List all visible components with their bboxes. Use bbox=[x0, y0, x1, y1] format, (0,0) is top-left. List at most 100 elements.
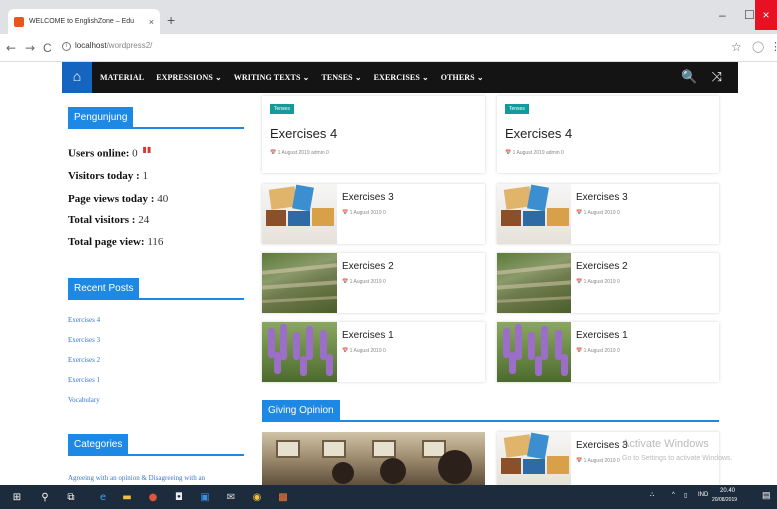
bookmark-star-icon[interactable]: ☆ bbox=[731, 40, 742, 55]
featured-post-card[interactable]: Tenses Exercises 4 📅 1 August 2019 admin… bbox=[497, 96, 719, 173]
menu-item-tenses[interactable]: TENSES ⌄ bbox=[321, 73, 361, 82]
post-meta-text: 1 August 2019 0 bbox=[583, 458, 620, 464]
search-icon[interactable]: ⚲ bbox=[38, 490, 52, 504]
maximize-button[interactable]: ☐ bbox=[744, 8, 755, 22]
post-meta-text: 1 August 2019 0 bbox=[349, 210, 386, 216]
recent-post-link[interactable]: Exercises 1 bbox=[68, 376, 100, 384]
tray-arrow-icon[interactable]: ^ bbox=[672, 492, 675, 498]
reload-button[interactable]: C bbox=[43, 41, 52, 55]
back-button[interactable]: ← bbox=[6, 41, 16, 55]
post-meta-text: 1 August 2019 0 bbox=[583, 210, 620, 216]
recent-post-link[interactable]: Exercises 3 bbox=[68, 336, 100, 344]
category-link[interactable]: Agreeing with an opinion & Disagreeing w… bbox=[68, 474, 205, 482]
browser-menu-icon[interactable]: ⋮ bbox=[770, 40, 777, 53]
main-menu: MATERIAL EXPRESSIONS ⌄ WRITING TEXTS ⌄ T… bbox=[100, 62, 496, 93]
post-card[interactable]: Exercises 2 📅 1 August 2019 0 bbox=[262, 253, 485, 313]
menu-item-material[interactable]: MATERIAL bbox=[100, 73, 144, 82]
post-thumbnail[interactable] bbox=[262, 184, 337, 244]
menu-item-writing-texts[interactable]: WRITING TEXTS ⌄ bbox=[234, 73, 310, 82]
tray-network-icon[interactable]: ▯ bbox=[684, 492, 687, 499]
post-card[interactable]: Exercises 1 📅 1 August 2019 0 bbox=[262, 322, 485, 382]
edge-icon[interactable]: e bbox=[96, 490, 110, 504]
recent-post-link[interactable]: Vocabulary bbox=[68, 396, 100, 404]
post-title[interactable]: Exercises 2 bbox=[576, 261, 628, 272]
post-card[interactable]: Exercises 1 📅 1 August 2019 0 bbox=[497, 322, 719, 382]
store-icon[interactable]: ◘ bbox=[172, 490, 186, 504]
post-card[interactable]: Exercises 2 📅 1 August 2019 0 bbox=[497, 253, 719, 313]
word-icon[interactable]: ▣ bbox=[198, 490, 212, 504]
post-meta-text: 1 August 2019 admin 0 bbox=[277, 150, 329, 156]
post-meta: 📅 1 August 2019 admin 0 bbox=[270, 150, 329, 156]
task-view-icon[interactable]: ⧉ bbox=[64, 490, 78, 504]
recent-post-link[interactable]: Exercises 4 bbox=[68, 316, 100, 324]
tray-time[interactable]: 20.40 bbox=[720, 488, 735, 494]
post-thumbnail[interactable] bbox=[497, 432, 571, 485]
url-input[interactable]: localhost/wordpress2/ bbox=[75, 41, 152, 50]
tray-date[interactable]: 20/08/2019 bbox=[712, 497, 737, 503]
minimize-button[interactable]: – bbox=[719, 8, 726, 22]
post-card[interactable]: Exercises 3 📅 1 August 2019 0 bbox=[497, 184, 719, 244]
post-title[interactable]: Exercises 4 bbox=[505, 126, 572, 141]
mail-icon[interactable]: ✉ bbox=[224, 490, 238, 504]
post-title[interactable]: Exercises 1 bbox=[342, 330, 394, 341]
stat-label: Page views today : bbox=[68, 193, 155, 205]
category-badge[interactable]: Tenses bbox=[505, 104, 529, 114]
tab-close-icon[interactable]: × bbox=[149, 17, 154, 27]
post-title[interactable]: Exercises 2 bbox=[342, 261, 394, 272]
tray-language[interactable]: IND bbox=[698, 492, 708, 498]
post-title[interactable]: Exercises 3 bbox=[342, 192, 394, 203]
post-meta: 📅 1 August 2019 0 bbox=[342, 348, 386, 354]
chrome-icon[interactable]: ◉ bbox=[250, 490, 264, 504]
window-close-button[interactable]: × bbox=[755, 0, 777, 30]
stat-label: Users online: bbox=[68, 147, 130, 160]
firefox-icon[interactable]: ● bbox=[146, 490, 160, 504]
post-card[interactable]: Exercises 3 📅 1 August 2019 0 bbox=[262, 184, 485, 244]
file-explorer-icon[interactable]: ▬ bbox=[120, 490, 134, 504]
notification-icon[interactable]: ▤ bbox=[762, 490, 771, 501]
new-tab-button[interactable]: + bbox=[167, 12, 175, 28]
home-button[interactable]: ⌂ bbox=[62, 62, 92, 93]
stat-label: Total page view: bbox=[68, 236, 145, 248]
stat-total-page-view: Total page view: 116 bbox=[68, 236, 163, 248]
post-title[interactable]: Exercises 1 bbox=[576, 330, 628, 341]
search-icon[interactable]: 🔍 bbox=[681, 70, 697, 85]
post-thumbnail[interactable] bbox=[262, 253, 337, 313]
site-info-icon[interactable]: i bbox=[62, 42, 71, 51]
menu-item-others[interactable]: OTHERS ⌄ bbox=[441, 73, 484, 82]
widget-divider bbox=[68, 127, 244, 129]
post-title[interactable]: Exercises 3 bbox=[576, 192, 628, 203]
post-title[interactable]: Exercises 4 bbox=[270, 126, 337, 141]
post-meta: 📅 1 August 2019 0 bbox=[576, 458, 620, 464]
post-thumbnail[interactable] bbox=[262, 322, 337, 382]
stat-label: Total visitors : bbox=[68, 214, 136, 226]
tray-people-icon[interactable]: ⛬ bbox=[650, 492, 654, 499]
menu-item-expressions[interactable]: EXPRESSIONS ⌄ bbox=[156, 73, 222, 82]
post-meta: 📅 1 August 2019 0 bbox=[576, 348, 620, 354]
stat-page-views-today: Page views today : 40 bbox=[68, 193, 168, 205]
activation-watermark-text: Go to Settings to activate Windows. bbox=[622, 455, 733, 462]
site-favicon-icon bbox=[14, 16, 24, 27]
post-meta-text: 1 August 2019 0 bbox=[349, 279, 386, 285]
stat-value: 116 bbox=[147, 236, 164, 248]
shuffle-icon[interactable]: ⤨ bbox=[712, 70, 722, 85]
browser-tab[interactable]: WELCOME to EnglishZone – Edu × bbox=[8, 9, 160, 34]
windows-taskbar: ⊞ ⚲ ⧉ e ▬ ● ◘ ▣ ✉ ◉ ▩ ⛬ ^ ▯ IND 20.40 20… bbox=[0, 485, 777, 509]
widget-title-recent-posts: Recent Posts bbox=[68, 278, 140, 300]
featured-opinion-image[interactable] bbox=[262, 432, 485, 485]
menu-item-exercises[interactable]: EXERCISES ⌄ bbox=[374, 73, 429, 82]
windows-start-icon[interactable]: ⊞ bbox=[10, 490, 24, 504]
post-title[interactable]: Exercises 3 bbox=[576, 440, 628, 451]
post-meta: 📅 1 August 2019 0 bbox=[342, 279, 386, 285]
recent-post-link[interactable]: Exercises 2 bbox=[68, 356, 100, 364]
post-thumbnail[interactable] bbox=[497, 322, 571, 382]
post-thumbnail[interactable] bbox=[497, 253, 571, 313]
post-thumbnail[interactable] bbox=[497, 184, 571, 244]
featured-post-card[interactable]: Tenses Exercises 4 📅 1 August 2019 admin… bbox=[262, 96, 485, 173]
post-meta: 📅 1 August 2019 0 bbox=[342, 210, 386, 216]
activation-watermark-title: Activate Windows bbox=[622, 438, 709, 450]
extension-icon[interactable]: ◯ bbox=[752, 40, 764, 53]
xampp-icon[interactable]: ▩ bbox=[276, 490, 290, 504]
site-navbar: ⌂ MATERIAL EXPRESSIONS ⌄ WRITING TEXTS ⌄… bbox=[62, 62, 738, 93]
category-badge[interactable]: Tenses bbox=[270, 104, 294, 114]
forward-button[interactable]: → bbox=[25, 41, 35, 55]
